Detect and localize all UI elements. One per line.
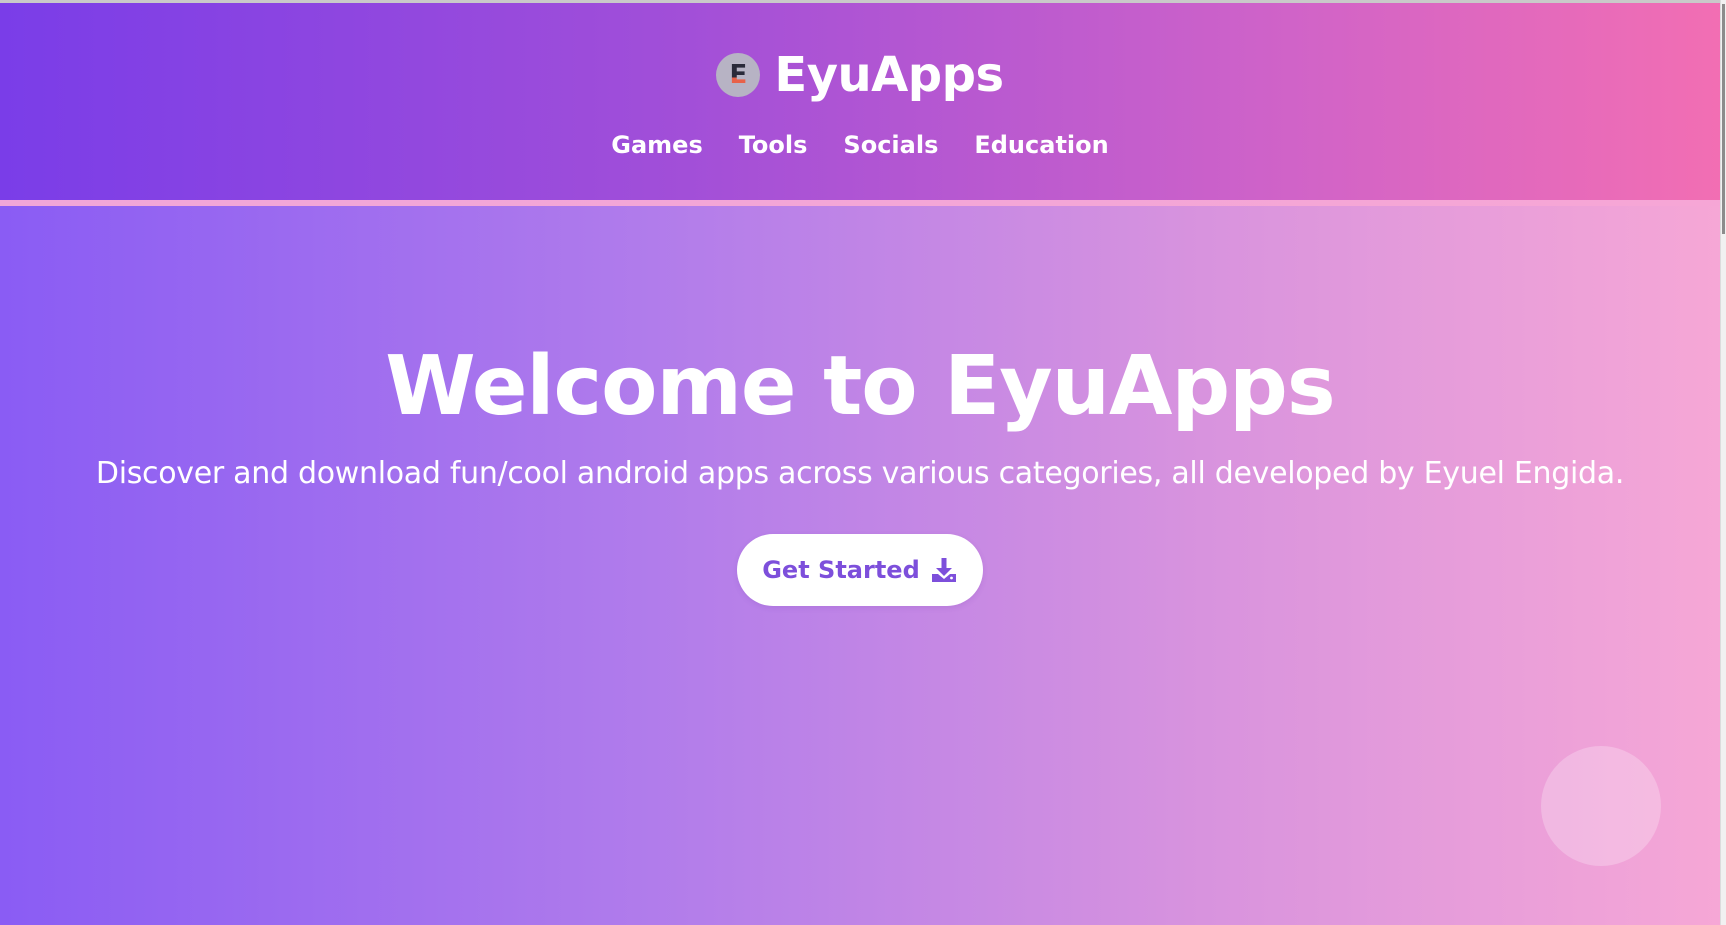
logo-icon: E [716,53,761,97]
brand[interactable]: E EyuApps [0,43,1720,107]
main-nav: Games Tools Socials Education [0,131,1720,165]
hero-title: Welcome to EyuApps [385,339,1335,434]
site-header: E EyuApps Games Tools Socials Education [0,0,1720,202]
nav-link-education[interactable]: Education [974,131,1108,165]
hero-section: Welcome to EyuApps Discover and download… [0,206,1720,925]
hero-subtitle: Discover and download fun/cool android a… [95,456,1625,491]
get-started-label: Get Started [762,556,920,584]
nav-link-tools[interactable]: Tools [739,131,808,165]
decorative-circle [1541,746,1661,866]
page: E EyuApps Games Tools Socials Education … [0,0,1726,925]
nav-link-games[interactable]: Games [611,131,702,165]
nav-link-socials[interactable]: Socials [843,131,938,165]
vertical-scrollbar[interactable] [1720,0,1726,925]
browser-viewport: E EyuApps Games Tools Socials Education … [0,0,1720,925]
brand-name: EyuApps [774,47,1004,103]
scrollbar-thumb[interactable] [1722,4,1725,234]
get-started-button[interactable]: Get Started [737,534,983,606]
logo-letter: E [729,60,748,90]
download-icon [930,556,958,584]
